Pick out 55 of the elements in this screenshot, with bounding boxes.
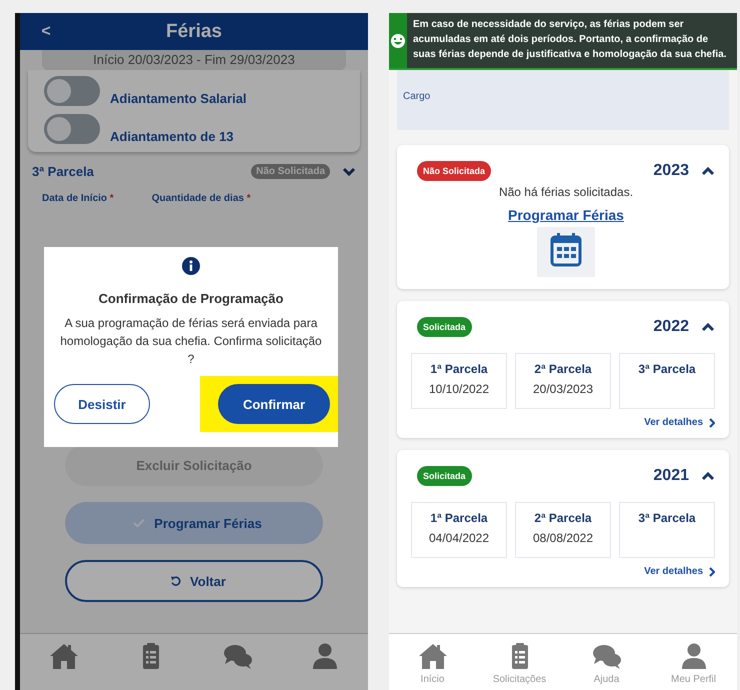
schedule-link[interactable]: Programar Férias (508, 207, 624, 223)
calendar-icon (537, 227, 595, 277)
confirm-button[interactable]: Confirmar (218, 384, 330, 424)
status-badge: Não Solicitada (251, 164, 330, 179)
parcel-title: 1ª Parcela (430, 362, 488, 376)
year-label: 2023 (653, 162, 689, 180)
undo-icon (168, 576, 182, 586)
chevron-icon[interactable] (701, 471, 715, 481)
parcel-title: 3ª Parcela (32, 164, 95, 179)
parcel-date: 20/03/2023 (532, 382, 594, 396)
details-link[interactable]: Ver detalhes (644, 417, 715, 428)
toggle-label: Adiantamento de 13 (110, 129, 234, 146)
parcel-title: 1ª Parcela (430, 511, 488, 525)
year-label: 2022 (653, 318, 689, 336)
back-button[interactable]: < (36, 22, 56, 40)
chevron-icon (709, 566, 715, 576)
parcel-date: 10/10/2022 (428, 382, 490, 396)
nav-item[interactable]: Início (398, 642, 468, 685)
nav-item[interactable]: Solicitações (484, 642, 554, 685)
status-badge: Não Solicitada (417, 161, 492, 181)
field-label: Cargo (403, 91, 430, 102)
nav-item[interactable]: Ajuda (572, 642, 642, 685)
cancel-button[interactable]: Desistir (54, 384, 150, 424)
field-label: Data de Início * (42, 193, 114, 204)
chevron-icon[interactable] (701, 322, 715, 332)
parcel-title: 3ª Parcela (638, 511, 696, 525)
status-badge: Solicitada (417, 466, 472, 486)
parcel-title: 3ª Parcela (638, 362, 696, 376)
home-icon (418, 642, 448, 670)
period-field: Início 20/03/2023 - Fim 29/03/2023 (42, 50, 346, 70)
schedule-button[interactable]: Programar Férias (65, 502, 323, 544)
dialog-title: Confirmação de Programação (98, 291, 284, 306)
info-icon (182, 257, 200, 275)
toggle-switch[interactable] (44, 76, 100, 106)
toggle-label: Adiantamento Salarial (110, 91, 247, 108)
toast-message: Em caso de necessidade do serviço, as férias podem ser acumuladas em até dois períodos. Portanto, a confirmação de suas férias depende de justificativa e homologação da sua chefia. (413, 18, 727, 62)
parcel-date: 04/04/2022 (428, 531, 490, 545)
check-icon (132, 518, 146, 528)
details-link[interactable]: Ver detalhes (644, 566, 715, 577)
field-label: Quantidade de dias * (152, 193, 251, 204)
chevron-icon[interactable] (701, 166, 715, 176)
parcel-title: 2ª Parcela (534, 362, 592, 376)
parcel-date: 08/08/2022 (532, 531, 594, 545)
toggle-switch[interactable] (44, 114, 100, 144)
back-button[interactable]: Voltar (65, 560, 323, 602)
year-label: 2021 (653, 467, 689, 485)
parcel-title: 2ª Parcela (534, 511, 592, 525)
empty-message: Não há férias solicitadas. (498, 185, 634, 199)
screen-title: Férias (165, 20, 223, 42)
chevron-icon (709, 418, 715, 428)
chevron-icon[interactable] (342, 166, 356, 176)
chat-bubbles-icon (592, 642, 622, 670)
dialog-message: A sua programação de férias será enviada para homologação da sua chefia. Confirma solicitação ? (59, 315, 323, 368)
nav-item[interactable]: Meu Perfil (658, 642, 728, 685)
status-badge: Solicitada (417, 317, 472, 337)
